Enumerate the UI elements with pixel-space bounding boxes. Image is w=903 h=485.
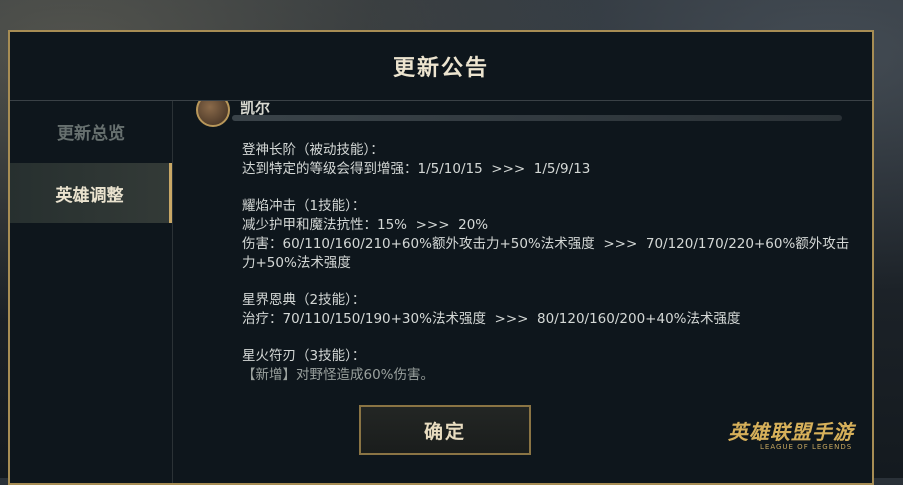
hero-header-bar — [232, 115, 842, 121]
dialog-header: 更新公告 — [10, 32, 872, 101]
game-logo: 英雄联盟手游 LEAGUE OF LEGENDS — [728, 416, 858, 456]
skill-1: 耀焰冲击（1技能）： 减少护甲和魔法抗性：15% >>> 20% 伤害：60/1… — [242, 197, 852, 273]
skill-change: 治疗：70/110/150/190+30%法术强度 >>> 80/120/160… — [242, 311, 741, 327]
confirm-button[interactable]: 确定 — [359, 405, 531, 455]
hero-name: 凯尔 — [240, 101, 271, 117]
patch-notes-dialog: 更新公告 更新总览 英雄调整 凯尔 登神长阶（被动技能）： 达到特定的等级会得到… — [8, 30, 874, 485]
patch-content[interactable]: 凯尔 登神长阶（被动技能）： 达到特定的等级会得到增强：1/5/10/15 >>… — [192, 101, 852, 386]
skill-change: 伤害：60/110/160/210+60%额外攻击力+50%法术强度 >>> 7… — [242, 236, 850, 271]
skill-name: 登神长阶（被动技能）： — [242, 142, 384, 158]
skill-name: 星火符刃（3技能）： — [242, 348, 366, 364]
skill-passive: 登神长阶（被动技能）： 达到特定的等级会得到增强：1/5/10/15 >>> 1… — [242, 141, 852, 179]
skill-3: 星火符刃（3技能）： 【新增】对野怪造成60%伤害。 — [242, 347, 852, 385]
skill-name: 星界恩典（2技能）： — [242, 292, 366, 308]
skill-change: 达到特定的等级会得到增强：1/5/10/15 >>> 1/5/9/13 — [242, 161, 591, 177]
logo-subtext: LEAGUE OF LEGENDS — [760, 443, 853, 451]
skill-2: 星界恩典（2技能）： 治疗：70/110/150/190+30%法术强度 >>>… — [242, 291, 852, 329]
skill-change: 【新增】对野怪造成60%伤害。 — [242, 367, 435, 383]
dialog-title: 更新公告 — [392, 56, 489, 81]
hero-portrait-icon — [196, 101, 230, 127]
sidebar: 更新总览 英雄调整 — [10, 101, 172, 483]
tab-hero-adjustments[interactable]: 英雄调整 — [10, 163, 172, 223]
hero-header: 凯尔 — [192, 101, 852, 131]
skill-name: 耀焰冲击（1技能）： — [242, 198, 366, 214]
skill-list: 登神长阶（被动技能）： 达到特定的等级会得到增强：1/5/10/15 >>> 1… — [242, 141, 852, 386]
skill-change: 减少护甲和魔法抗性：15% >>> 20% — [242, 217, 489, 233]
tab-overview[interactable]: 更新总览 — [10, 101, 172, 161]
sidebar-divider — [172, 101, 173, 483]
logo-text: 英雄联盟手游 — [728, 420, 854, 444]
